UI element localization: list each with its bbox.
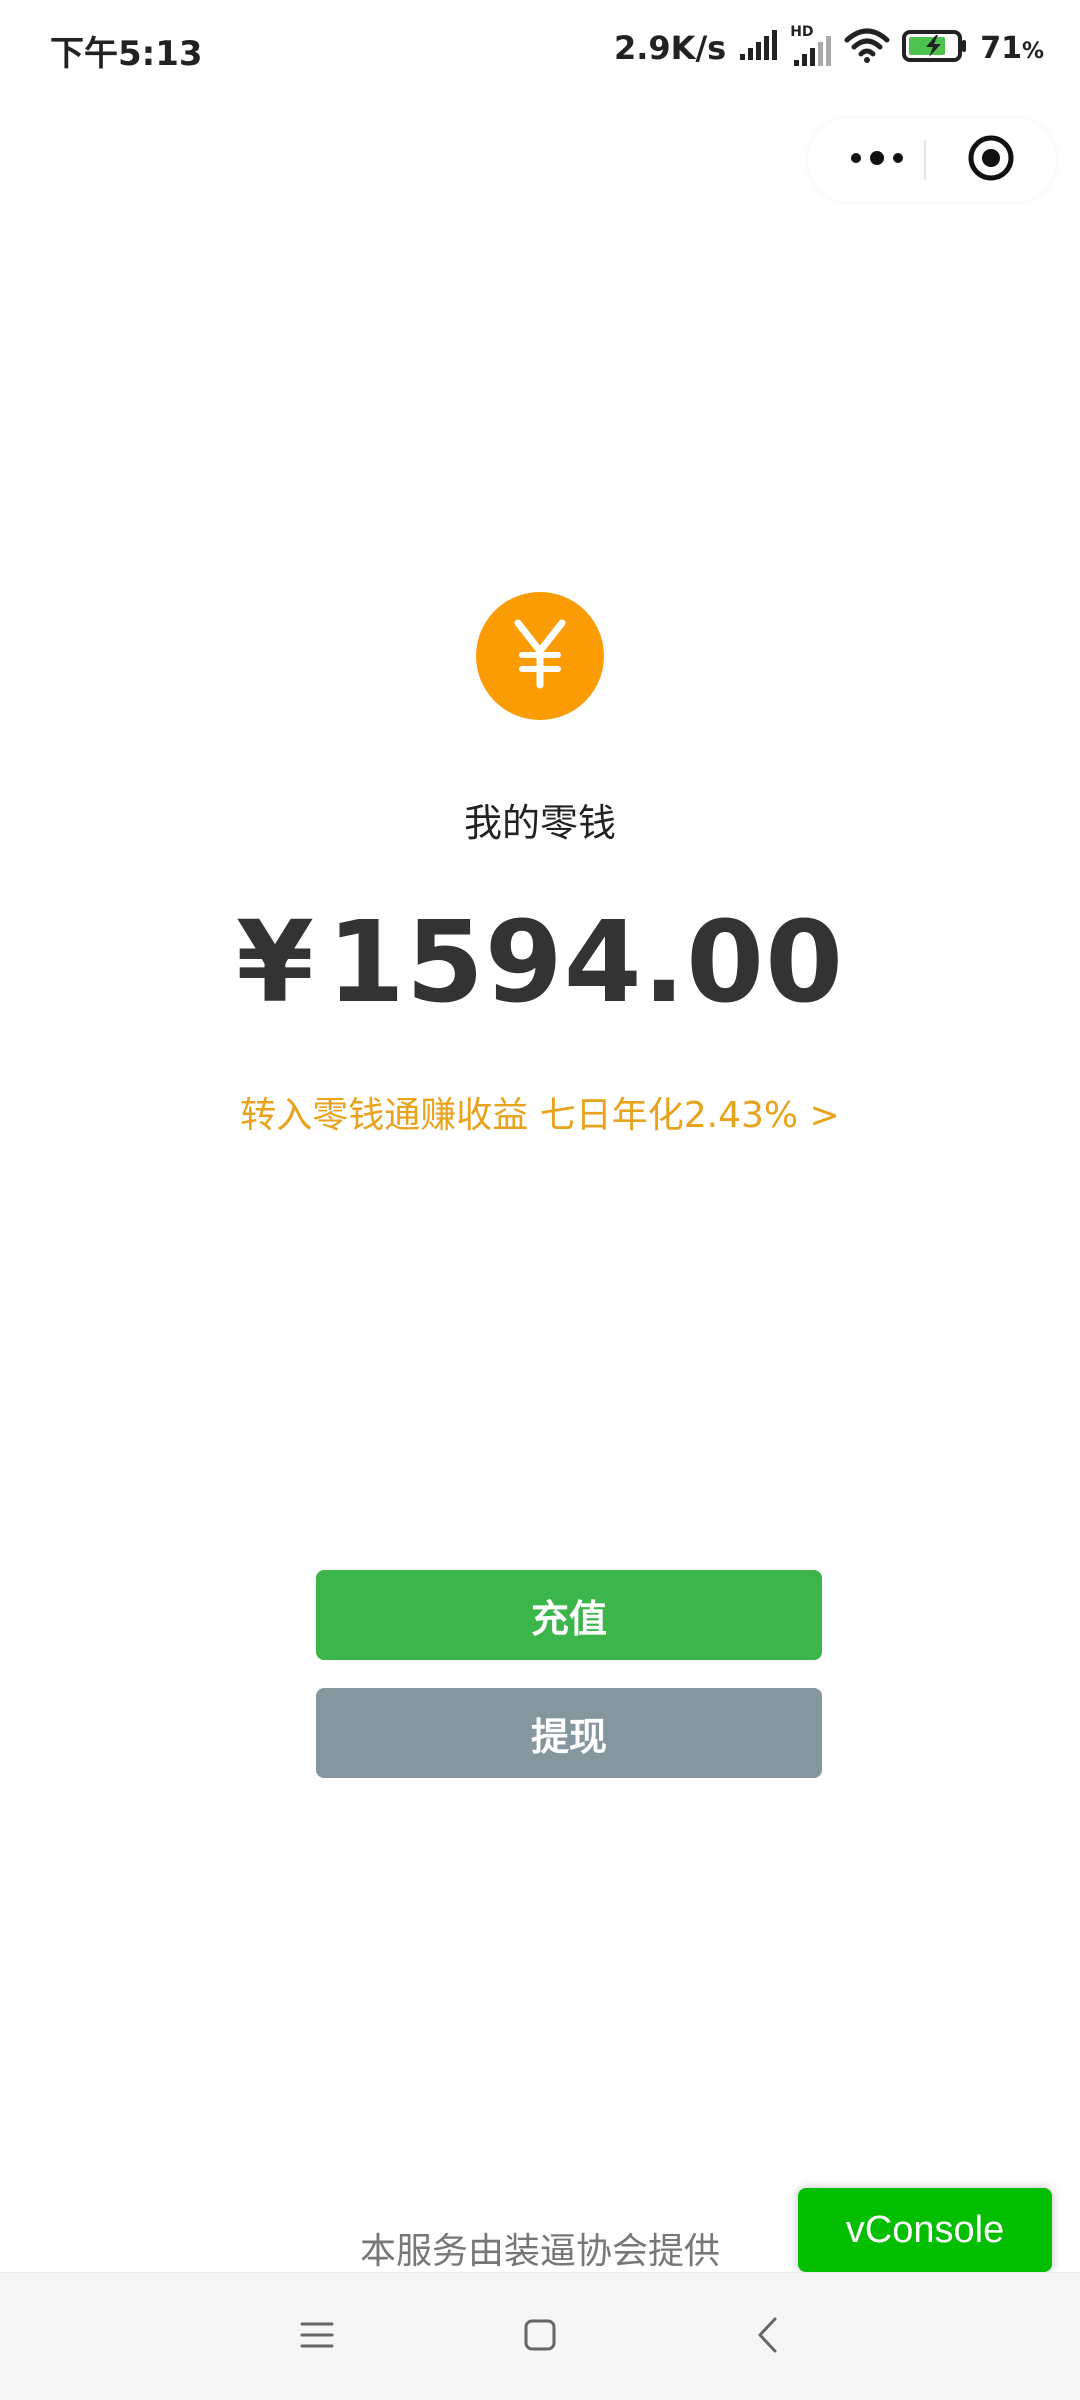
home-button[interactable] (495, 2297, 585, 2377)
capsule-divider (924, 140, 926, 180)
chevron-left-icon (755, 2316, 779, 2358)
signal-icon (738, 30, 778, 66)
vconsole-button[interactable]: vConsole (798, 2188, 1052, 2272)
home-square-icon (523, 2318, 557, 2356)
recharge-button[interactable]: 充值 (316, 1570, 822, 1660)
status-indicators: 2.9K/s HD 71% (614, 22, 1044, 74)
system-navigation-bar (0, 2272, 1080, 2400)
wifi-icon (844, 28, 890, 68)
miniprogram-capsule (808, 118, 1056, 202)
balance-amount: ¥1594.00 (0, 898, 1080, 1028)
withdraw-button[interactable]: 提现 (316, 1688, 822, 1778)
battery-percentage: 71% (980, 31, 1044, 66)
balance-label: 我的零钱 (463, 801, 616, 845)
close-miniprogram-button[interactable] (946, 118, 1036, 202)
target-close-icon (966, 133, 1016, 187)
more-dots-icon (850, 150, 904, 170)
battery-icon (902, 29, 968, 67)
recent-apps-button[interactable] (272, 2297, 362, 2377)
network-speed: 2.9K/s (613, 29, 727, 67)
status-bar: 下午5:13 2.9K/s HD 71% (0, 0, 1080, 96)
status-time: 下午5:13 (50, 34, 203, 74)
menu-icon (300, 2320, 334, 2354)
battery-percentage-unit: % (1021, 38, 1044, 64)
yuan-icon (510, 619, 570, 693)
coin-icon (476, 592, 604, 720)
signal-hd-icon: HD (790, 24, 832, 68)
more-button[interactable] (832, 118, 922, 202)
lingqiantong-earn-link[interactable]: 转入零钱通赚收益 七日年化2.43% > (0, 1086, 1080, 1138)
battery-percentage-value: 71 (980, 30, 1022, 66)
back-button[interactable] (722, 2297, 812, 2377)
balance-value: 1594.00 (326, 898, 845, 1028)
currency-symbol: ¥ (235, 898, 315, 1028)
